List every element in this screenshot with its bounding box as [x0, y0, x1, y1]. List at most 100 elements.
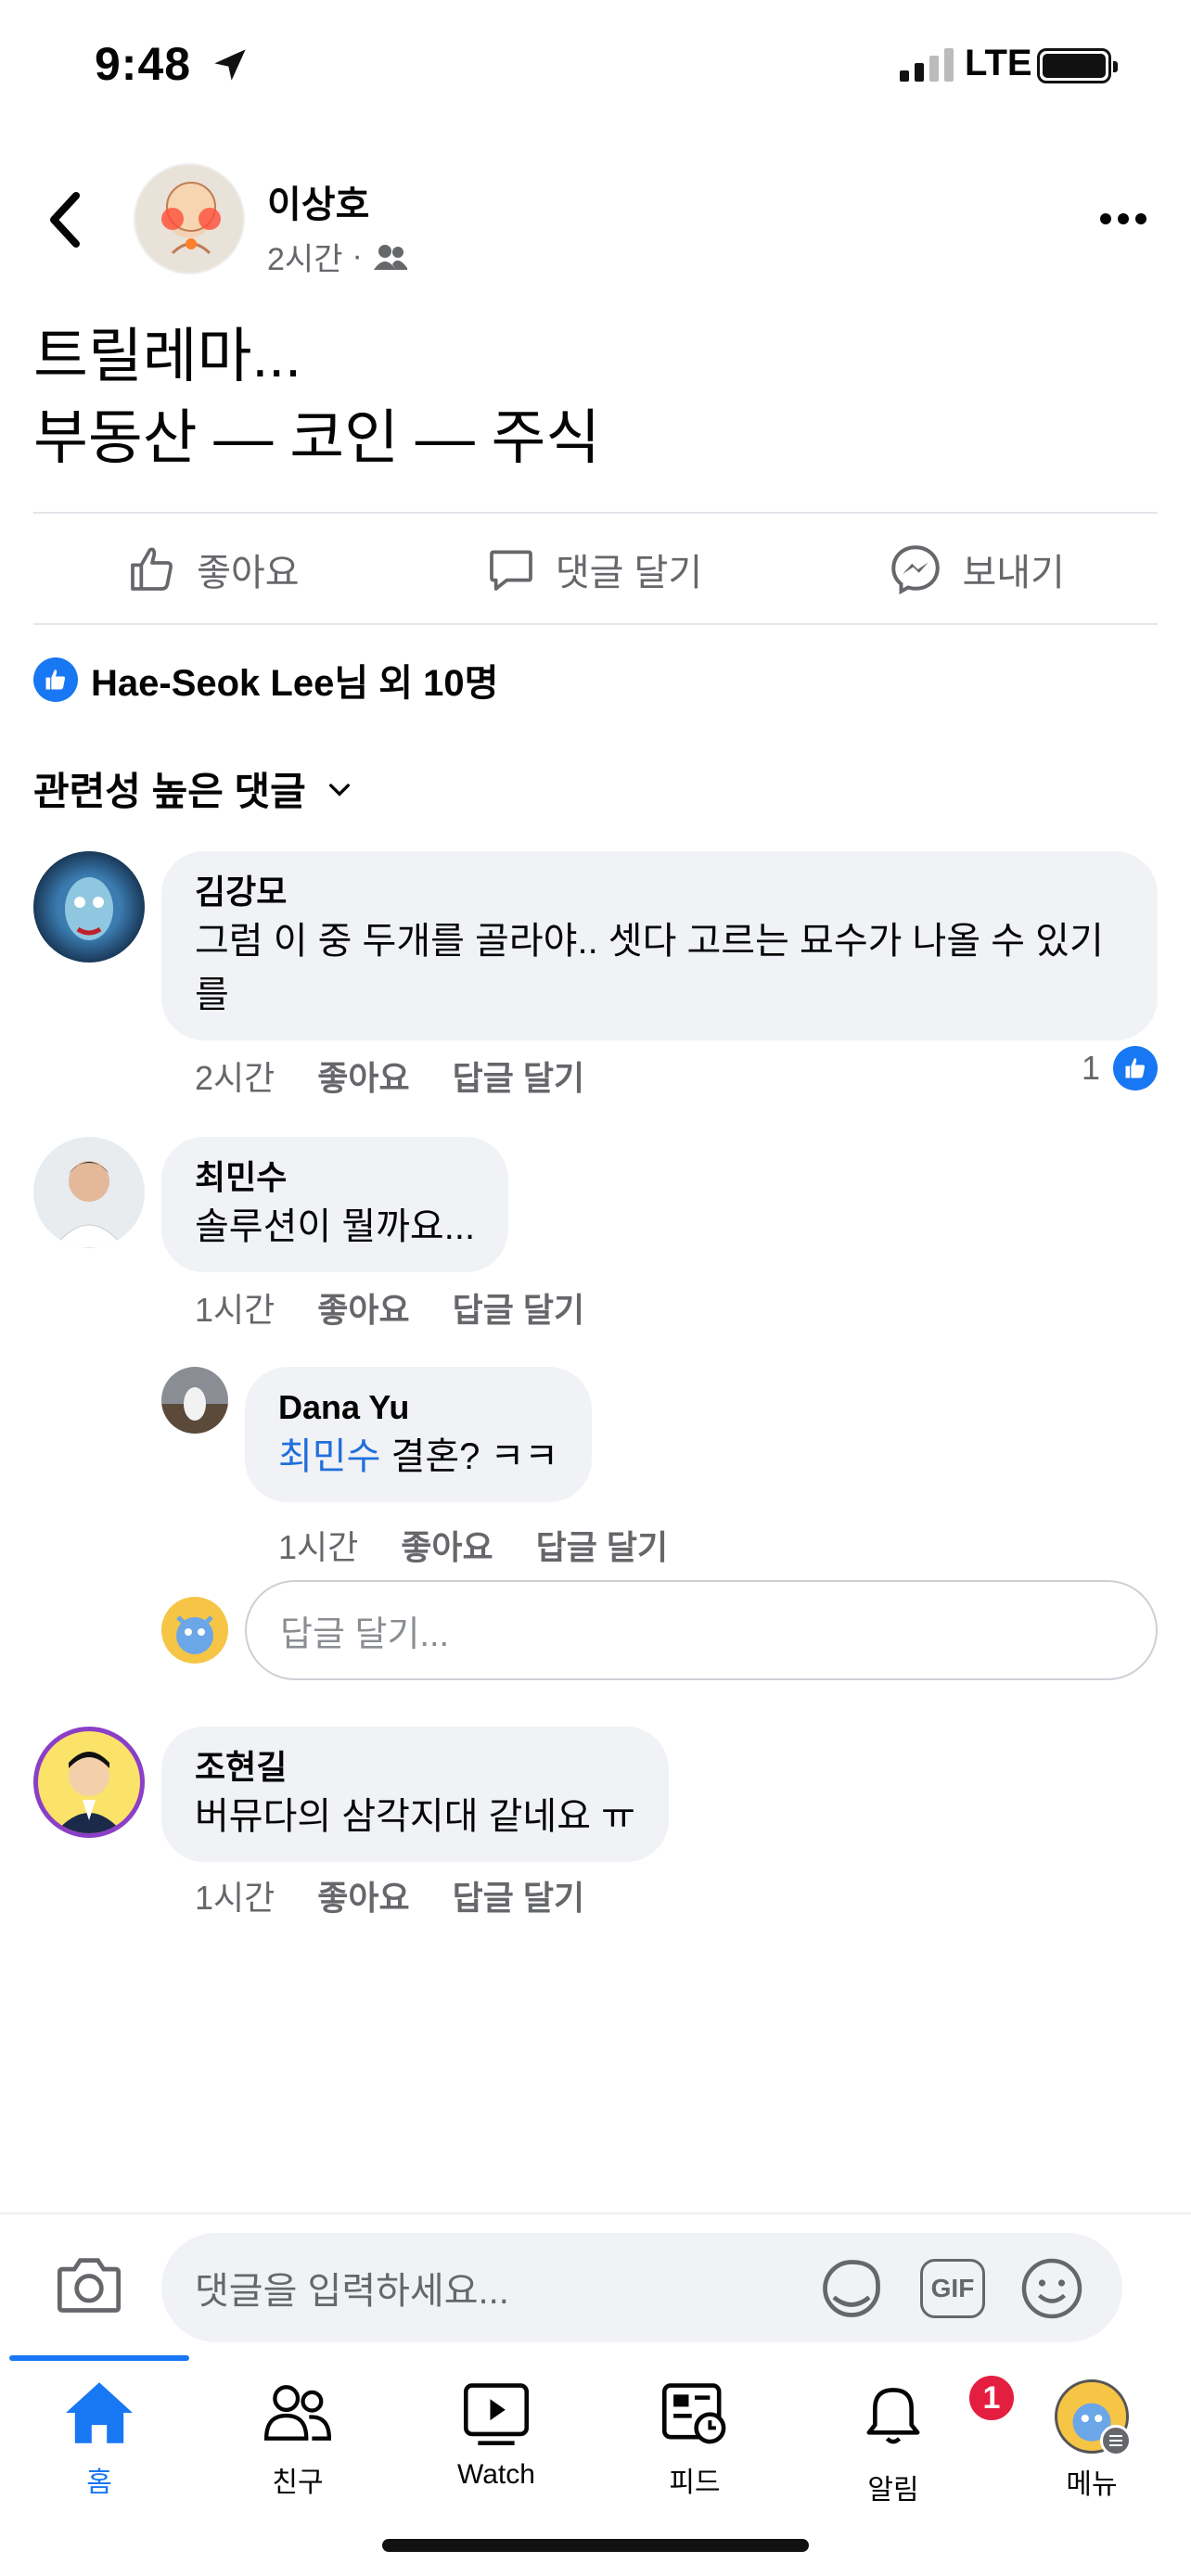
comment-input-placeholder: 댓글을 입력하세요... [195, 2271, 509, 2312]
tab-label: 홈 [86, 2468, 112, 2498]
back-arrow-icon[interactable] [46, 190, 83, 249]
comment-time: 1시간 [195, 1879, 275, 1917]
tab-label: 알림 [867, 2475, 919, 2506]
home-icon [66, 2382, 133, 2443]
like-reaction-icon [33, 657, 78, 702]
tab-menu[interactable]: 메뉴 [992, 2379, 1191, 2502]
comment-button[interactable]: 댓글 달기 [485, 542, 702, 596]
tab-watch[interactable]: Watch [397, 2379, 596, 2491]
tab-home[interactable]: 홈 [0, 2379, 198, 2500]
menu-hamburger-icon [1100, 2425, 1132, 2456]
comment-time: 2시간 [195, 1059, 275, 1097]
gif-label: GIF [930, 2274, 975, 2302]
commenter-avatar[interactable] [33, 1727, 145, 1838]
commenter-avatar[interactable] [33, 851, 145, 963]
comment-bubble-icon [489, 550, 532, 591]
author-name[interactable]: 이상호 [267, 174, 369, 228]
like-count-value: 1 [1082, 1049, 1101, 1087]
watch-icon [463, 2383, 530, 2446]
status-time: 9:48 [95, 38, 192, 90]
reactions-text: Hae-Seok Lee님 외 10명 [91, 663, 499, 704]
comment-composer: 댓글을 입력하세요... GIF [0, 2213, 1191, 2352]
divider-bottom [33, 623, 1158, 625]
feed-icon [661, 2383, 726, 2444]
comment-sort-dropdown[interactable]: 관련성 높은 댓글 [33, 760, 354, 817]
post-actions: 좋아요 댓글 달기 보내기 [33, 514, 1158, 625]
meta-dot: · [352, 238, 363, 274]
gif-icon[interactable]: GIF [920, 2259, 985, 2318]
reply-input-placeholder: 답글 달기... [280, 1614, 450, 1654]
comment-label: 댓글 달기 [555, 553, 703, 593]
comment-text: 솔루션이 뭘까요... [195, 1206, 476, 1247]
reply-like-button[interactable]: 좋아요 [401, 1521, 493, 1569]
reply-author[interactable]: Dana Yu [278, 1385, 558, 1430]
tab-friends[interactable]: 친구 [198, 2379, 397, 2500]
comment-input[interactable]: 댓글을 입력하세요... GIF [161, 2233, 1122, 2342]
tab-notifications[interactable]: 1 알림 [794, 2372, 1018, 2507]
status-bar: 9:48 LTE [0, 0, 1191, 130]
signal-icon [900, 48, 954, 82]
comment-reply-button[interactable]: 답글 달기 [453, 1052, 584, 1100]
comment-meta: 1시간 좋아요 답글 달기 [195, 1871, 584, 1919]
comment-like-button[interactable]: 좋아요 [317, 1052, 409, 1100]
comment-author[interactable]: 조현길 [195, 1745, 635, 1790]
tab-feed[interactable]: 피드 [596, 2379, 794, 2500]
like-reaction-icon [1113, 1046, 1159, 1090]
comment-bubble[interactable]: 김강모 그럼 이 중 두개를 골라야.. 셋다 고르는 묘수가 나올 수 있기를 [161, 851, 1158, 1040]
post-text: 트릴레마... 부동산 — 코인 — 주식 [33, 323, 601, 471]
comment-like-count[interactable]: 1 [1082, 1046, 1159, 1090]
reply-bubble[interactable]: Dana Yu 최민수 결혼? ㅋㅋ [245, 1367, 593, 1502]
tab-label: Watch [457, 2459, 535, 2490]
home-indicator [382, 2539, 809, 2552]
menu-avatar [1055, 2379, 1132, 2456]
tab-label: 메뉴 [1066, 2469, 1118, 2500]
send-button[interactable]: 보내기 [888, 542, 1065, 597]
comment-author[interactable]: 최민수 [195, 1155, 475, 1200]
commenter-avatar[interactable] [33, 1137, 145, 1248]
like-label: 좋아요 [197, 553, 300, 593]
composer-icons: GIF [816, 2253, 1085, 2324]
reply-body: 결혼? ㅋㅋ [380, 1436, 559, 1477]
comment-text: 버뮤다의 삼각지대 같네요 ㅠ [195, 1796, 635, 1837]
comment-like-button[interactable]: 좋아요 [317, 1283, 409, 1332]
author-avatar[interactable] [134, 163, 245, 274]
comment-reply-button[interactable]: 답글 달기 [453, 1871, 584, 1919]
post-time: 2시간 [267, 242, 343, 277]
battery-icon [1037, 48, 1118, 83]
location-arrow-icon [214, 49, 246, 81]
tab-label: 친구 [272, 2468, 324, 2498]
reply-avatar[interactable] [161, 1367, 228, 1434]
comment-like-button[interactable]: 좋아요 [317, 1871, 409, 1919]
bell-wrapper: 1 [856, 2372, 1018, 2454]
reply-input[interactable]: 답글 달기... [245, 1580, 1158, 1680]
reply-meta: 1시간 좋아요 답글 달기 [278, 1521, 668, 1569]
thumbs-up-icon [131, 547, 173, 591]
like-button[interactable]: 좋아요 [126, 542, 300, 596]
more-options-icon[interactable] [1100, 213, 1146, 224]
comment-bubble[interactable]: 최민수 솔루션이 뭘까요... [161, 1137, 509, 1272]
emoji-icon[interactable] [1018, 2255, 1085, 2322]
reply-reply-button[interactable]: 답글 달기 [536, 1521, 668, 1569]
comment-author[interactable]: 김강모 [195, 870, 1124, 914]
send-label: 보내기 [962, 553, 1065, 593]
friends-audience-icon [373, 244, 407, 270]
tab-label: 피드 [669, 2468, 721, 2498]
active-tab-indicator [9, 2355, 189, 2361]
sort-label: 관련성 높은 댓글 [33, 770, 306, 813]
comment-bubble[interactable]: 조현길 버뮤다의 삼각지대 같네요 ㅠ [161, 1727, 669, 1862]
comment-time: 1시간 [195, 1291, 275, 1329]
mention-link[interactable]: 최민수 [278, 1436, 380, 1477]
bell-icon [866, 2388, 920, 2444]
post-meta: 2시간 · [267, 234, 409, 279]
reactions-summary[interactable]: Hae-Seok Lee님 외 10명 [33, 653, 498, 707]
camera-icon[interactable] [54, 2251, 124, 2316]
chevron-down-icon [328, 783, 350, 797]
friends-icon [263, 2385, 332, 2441]
comment-meta: 1시간 좋아요 답글 달기 [195, 1283, 584, 1332]
comment-reply-button[interactable]: 답글 달기 [453, 1283, 584, 1332]
comment-meta: 2시간 좋아요 답글 달기 [195, 1052, 584, 1100]
sticker-icon[interactable] [816, 2253, 887, 2324]
reply-time: 1시간 [278, 1528, 359, 1566]
reply-text: 최민수 결혼? ㅋㅋ [278, 1430, 558, 1484]
comment-text: 그럼 이 중 두개를 골라야.. 셋다 고르는 묘수가 나올 수 있기를 [195, 921, 1104, 1015]
